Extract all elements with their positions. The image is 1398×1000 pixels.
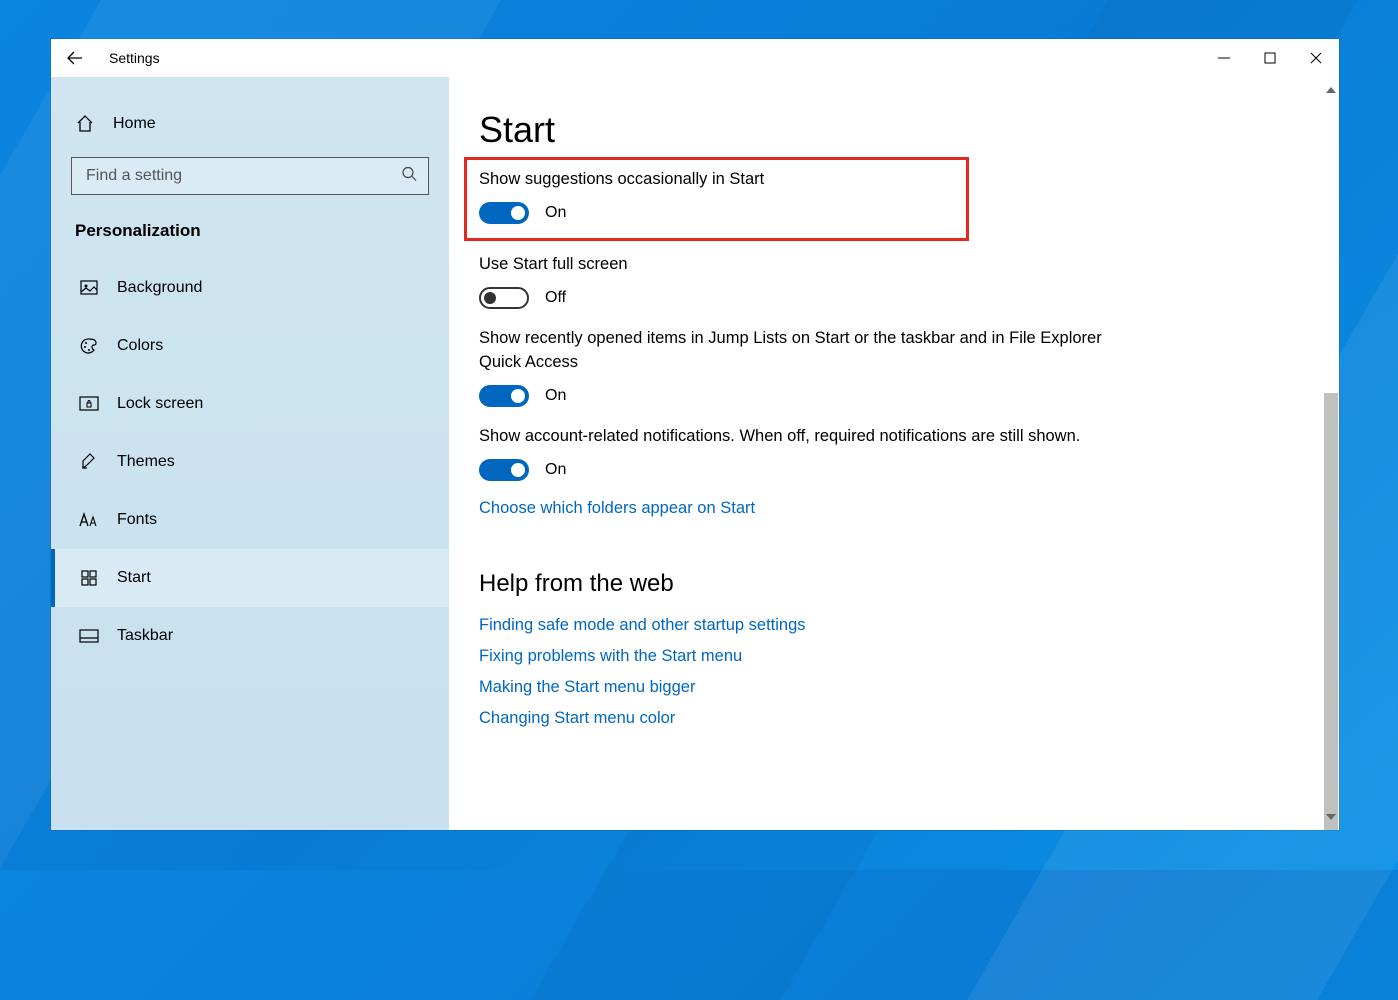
sidebar-item-background[interactable]: Background [51,259,449,317]
help-heading: Help from the web [479,570,1119,598]
sidebar-item-label: Colors [117,337,163,355]
scroll-up-arrow-icon[interactable] [1324,83,1338,97]
sidebar-item-taskbar[interactable]: Taskbar [51,607,449,665]
sidebar-item-start[interactable]: Start [51,549,449,607]
sidebar-item-label: Lock screen [117,395,203,413]
toggle-state-label: On [545,204,566,222]
setting-label: Show account-related notifications. When… [479,425,1119,449]
search-container [71,157,429,195]
maximize-icon [1264,52,1276,64]
palette-icon [79,337,99,355]
settings-window: Settings Home Personali [51,39,1339,830]
minimize-icon [1218,52,1230,64]
toggle-state-label: Off [545,289,566,307]
sidebar-section-title: Personalization [51,213,449,259]
sidebar: Home Personalization Background Colors L… [51,77,449,830]
scrollbar-thumb[interactable] [1324,393,1338,830]
highlighted-setting: Show suggestions occasionally in Start O… [464,157,969,241]
fonts-icon [79,512,99,528]
close-button[interactable] [1293,39,1339,77]
sidebar-item-themes[interactable]: Themes [51,433,449,491]
titlebar: Settings [51,39,1339,77]
window-title: Settings [99,50,160,66]
sidebar-home[interactable]: Home [51,95,449,153]
setting-label: Use Start full screen [479,253,1119,277]
toggle-recent-items[interactable] [479,385,529,407]
setting-label: Show suggestions occasionally in Start [479,168,954,192]
sidebar-item-label: Start [117,569,151,587]
sidebar-item-label: Taskbar [117,627,173,645]
lock-screen-icon [79,396,99,412]
toggle-fullscreen[interactable] [479,287,529,309]
help-link[interactable]: Making the Start menu bigger [479,678,1119,697]
toggle-state-label: On [545,387,566,405]
folders-link[interactable]: Choose which folders appear on Start [479,499,1119,518]
help-link[interactable]: Finding safe mode and other startup sett… [479,616,1119,635]
back-button[interactable] [51,39,99,77]
scrollbar[interactable] [1324,83,1338,824]
help-link[interactable]: Fixing problems with the Start menu [479,647,1119,666]
arrow-left-icon [67,50,83,66]
scroll-down-arrow-icon[interactable] [1324,810,1338,824]
picture-icon [79,279,99,297]
search-input[interactable] [71,157,429,195]
close-icon [1310,52,1322,64]
sidebar-item-fonts[interactable]: Fonts [51,491,449,549]
page-heading: Start [479,109,1119,151]
sidebar-item-colors[interactable]: Colors [51,317,449,375]
search-icon [401,166,417,187]
content-area: Start Show suggestions occasionally in S… [449,77,1339,830]
sidebar-item-label: Themes [117,453,175,471]
themes-icon [79,453,99,471]
home-icon [75,115,95,133]
sidebar-item-label: Background [117,279,202,297]
taskbar-icon [79,629,99,643]
sidebar-item-lock-screen[interactable]: Lock screen [51,375,449,433]
setting-label: Show recently opened items in Jump Lists… [479,327,1119,375]
help-link[interactable]: Changing Start menu color [479,709,1119,728]
sidebar-item-label: Fonts [117,511,157,529]
toggle-account-notifications[interactable] [479,459,529,481]
maximize-button[interactable] [1247,39,1293,77]
sidebar-home-label: Home [113,115,156,133]
minimize-button[interactable] [1201,39,1247,77]
start-icon [79,570,99,586]
toggle-suggestions[interactable] [479,202,529,224]
toggle-state-label: On [545,461,566,479]
